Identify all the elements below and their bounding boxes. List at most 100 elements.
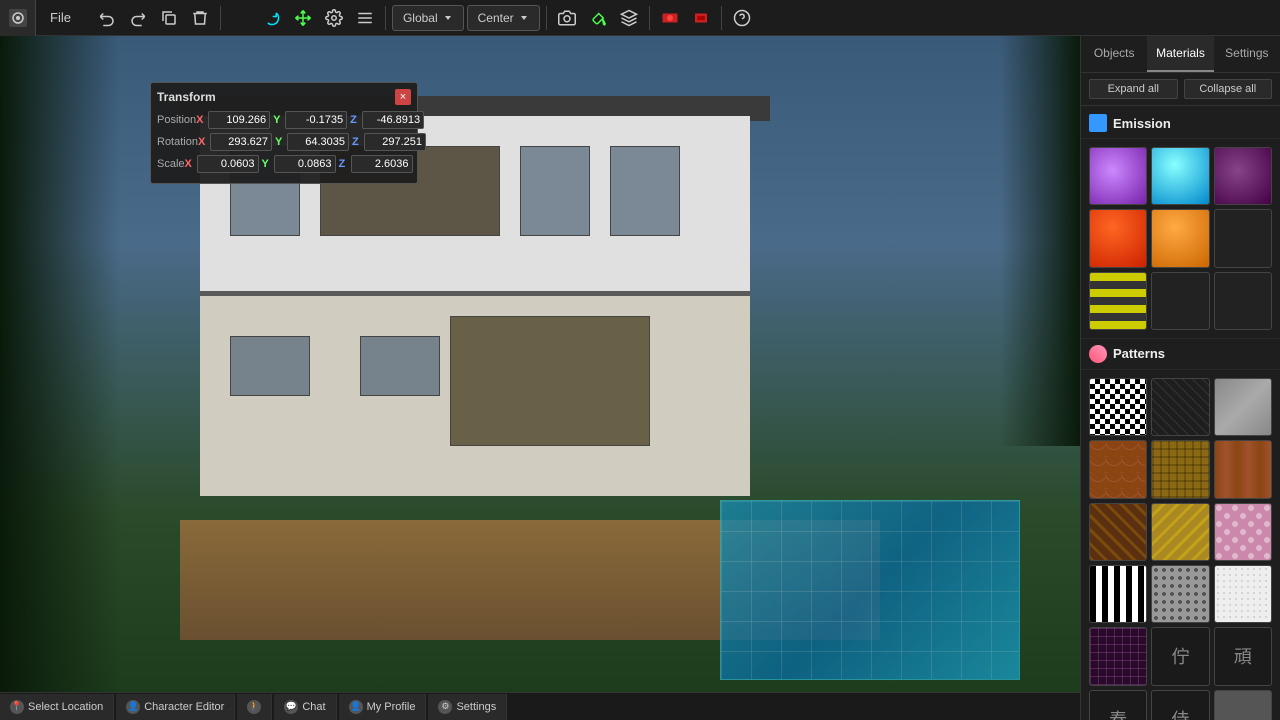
pattern-swatch-bottom1[interactable] [1214,690,1272,720]
rot-y-input[interactable] [287,133,349,151]
scale-z-input[interactable] [351,155,413,173]
help-button[interactable] [728,4,756,32]
undo-button[interactable] [93,4,121,32]
camera-button[interactable] [553,4,581,32]
my-profile-label: My Profile [367,701,416,713]
pattern-swatch-stripes-bw[interactable] [1089,565,1147,623]
my-profile-button[interactable]: 👤 My Profile [339,694,427,720]
emission-swatch-dark1[interactable] [1214,209,1272,267]
collapse-all-button[interactable]: Collapse all [1184,79,1273,99]
rot-z-input[interactable] [364,133,426,151]
patterns-icon [1089,345,1107,363]
emission-icon [1089,114,1107,132]
bottom-settings-button[interactable]: ⚙ Settings [428,694,507,720]
main-layout: Transform × Position X Y Z [0,36,1280,720]
scale-y-label: Y [262,158,272,170]
snap-button[interactable] [615,4,643,32]
tree-left-overlay [0,36,120,720]
window-7 [450,316,650,446]
rot-z-field: Z [352,133,426,151]
character-editor-icon: 👤 [126,700,140,714]
emission-swatch-dark2[interactable] [1151,272,1209,330]
pos-z-input[interactable] [362,111,424,129]
character-editor-button[interactable]: 👤 Character Editor [116,694,235,720]
rot-x-input[interactable] [210,133,272,151]
right-panel-tabs: Objects Materials Settings [1081,36,1280,73]
emission-swatch-purple[interactable] [1089,147,1147,205]
position-row: Position X Y Z [157,111,411,129]
rotation-row: Rotation X Y Z [157,133,411,151]
rotation-fields: X Y Z [198,133,426,151]
rot-x-field: X [198,133,272,151]
position-fields: X Y Z [196,111,424,129]
pos-x-input[interactable] [208,111,270,129]
right-panel: Objects Materials Settings Expand all Co… [1080,36,1280,720]
pattern-swatch-brown[interactable] [1089,503,1147,561]
settings-gear-button[interactable] [320,4,348,32]
window-6 [360,336,440,396]
select-location-label: Select Location [28,701,103,713]
tab-materials[interactable]: Materials [1147,36,1213,72]
emission-swatch-orange-red[interactable] [1089,209,1147,267]
pos-x-field: X [196,111,270,129]
delete-button[interactable] [186,4,214,32]
paint-button[interactable] [584,4,612,32]
tab-objects[interactable]: Objects [1081,36,1147,72]
emission-swatch-cyan[interactable] [1151,147,1209,205]
pattern-swatch-japanese1[interactable] [1089,627,1147,685]
hierarchy-button[interactable] [351,4,379,32]
chat-button[interactable]: 💬 Chat [274,694,336,720]
window-3 [520,146,590,236]
center-dropdown[interactable]: Center [467,5,540,31]
logo-button[interactable] [0,0,36,36]
scale-x-input[interactable] [197,155,259,173]
emission-swatch-orange[interactable] [1151,209,1209,267]
pattern-swatch-kanji2[interactable]: 頑 [1214,627,1272,685]
character-editor-label: Character Editor [144,701,224,713]
record-button[interactable] [656,4,684,32]
stop-button[interactable] [687,4,715,32]
pattern-swatch-kanji1[interactable]: 佇 [1151,627,1209,685]
rotate-button[interactable] [258,4,286,32]
pattern-swatch-blue-tiles[interactable] [1151,378,1209,436]
pattern-swatch-scales[interactable] [1089,440,1147,498]
scale-y-input[interactable] [274,155,336,173]
copy-button[interactable] [155,4,183,32]
pattern-swatch-white-texture[interactable] [1214,565,1272,623]
patterns-swatches-grid: 佇 頑 春 侍 [1081,370,1280,720]
pattern-swatch-gray-texture[interactable] [1214,378,1272,436]
move-button[interactable] [289,4,317,32]
pattern-swatch-wood[interactable] [1214,440,1272,498]
separator5 [721,6,722,30]
pos-x-label: X [196,114,206,126]
chat-icon: 💬 [284,700,298,714]
emission-section-header: Emission [1081,106,1280,139]
pattern-swatch-checker[interactable] [1089,378,1147,436]
position-label: Position [157,114,196,126]
scale-label: Scale [157,158,185,170]
tab-settings[interactable]: Settings [1214,36,1280,72]
redo-button[interactable] [124,4,152,32]
global-dropdown[interactable]: Global [392,5,464,31]
expand-all-button[interactable]: Expand all [1089,79,1178,99]
emission-title: Emission [1113,116,1171,131]
file-menu-button[interactable]: File [36,0,85,36]
pattern-swatch-gold[interactable] [1151,503,1209,561]
pattern-swatch-kanji3[interactable]: 春 [1089,690,1147,720]
select-location-button[interactable]: 📍 Select Location [0,694,114,720]
emission-swatch-dark3[interactable] [1214,272,1272,330]
transform-close-button[interactable]: × [395,89,411,105]
add-object-button[interactable] [227,4,255,32]
pos-y-input[interactable] [285,111,347,129]
emission-swatch-dark-purple[interactable] [1214,147,1272,205]
pattern-swatch-flowers[interactable] [1214,503,1272,561]
pattern-swatch-kanji4[interactable]: 侍 [1151,690,1209,720]
pos-z-label: Z [350,114,360,126]
scale-fields: X Y Z [185,155,413,173]
person-button[interactable]: 🚶 [237,694,272,720]
pattern-swatch-weave[interactable] [1151,440,1209,498]
pattern-swatch-dots-gray[interactable] [1151,565,1209,623]
viewport[interactable]: Transform × Position X Y Z [0,36,1080,720]
pos-y-field: Y [273,111,347,129]
emission-swatch-yellow-pattern[interactable] [1089,272,1147,330]
